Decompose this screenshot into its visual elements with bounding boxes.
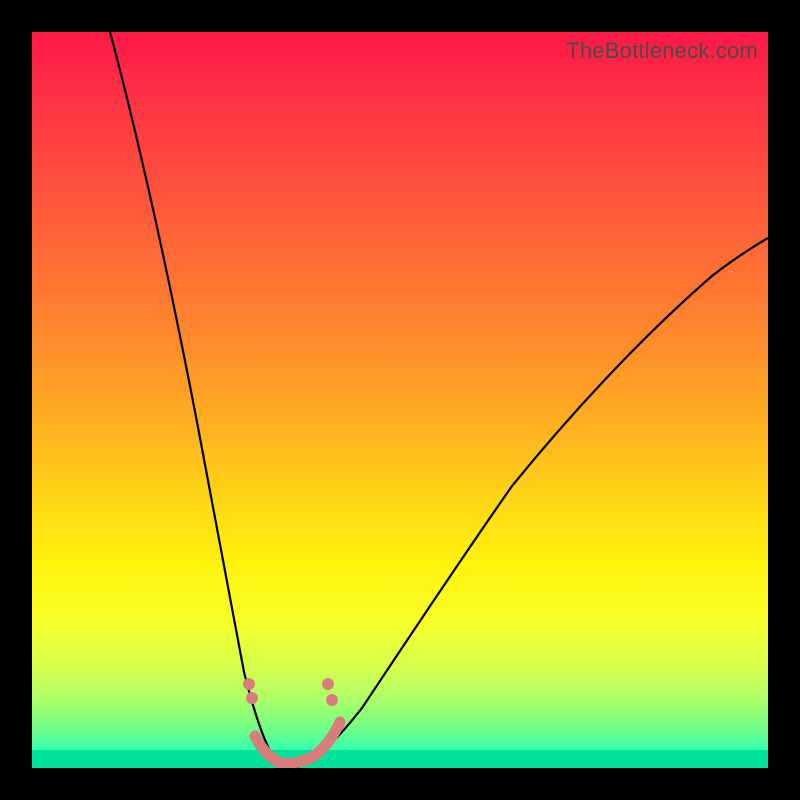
curves-layer xyxy=(32,32,768,768)
bottleneck-curve-left xyxy=(110,32,294,768)
chart-frame: TheBottleneck.com xyxy=(0,0,800,800)
marker-dot xyxy=(322,678,334,690)
bottleneck-curve-right xyxy=(294,238,768,768)
plot-area: TheBottleneck.com xyxy=(32,32,768,768)
marker-dot xyxy=(326,694,338,706)
marker-dot xyxy=(246,692,258,704)
marker-dot xyxy=(243,678,255,690)
optimal-range-marker xyxy=(255,722,340,763)
